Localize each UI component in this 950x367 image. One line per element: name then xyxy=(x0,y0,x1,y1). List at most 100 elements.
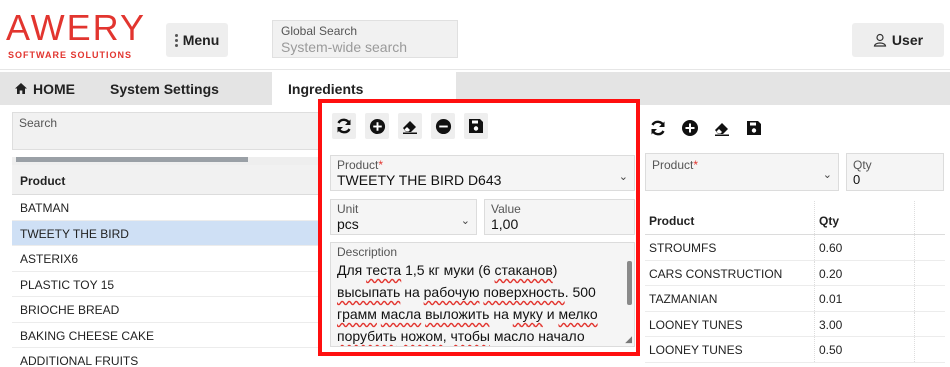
plus-circle-icon xyxy=(682,120,698,136)
global-search-field[interactable]: Global Search System-wide search xyxy=(272,20,458,58)
misspelled-word: теста xyxy=(366,262,402,278)
description-label: Description xyxy=(337,245,398,259)
component-qty-field[interactable]: Qty 0 xyxy=(846,153,944,191)
column-header-product[interactable]: Product xyxy=(645,201,815,234)
chevron-down-icon: ⌄ xyxy=(822,169,832,181)
cell-qty: 3.00 xyxy=(815,311,915,336)
unit-select-value: pcs xyxy=(337,216,359,232)
table-row[interactable]: STROUMFS 0.60 xyxy=(645,235,945,261)
unit-select[interactable]: Unit pcs ⌄ xyxy=(330,199,477,235)
value-field-label: Value xyxy=(491,202,521,216)
product-select-value: TWEETY THE BIRD D643 xyxy=(337,172,502,188)
cell-product: TAZMANIAN xyxy=(645,286,815,311)
product-list-item[interactable]: BAKING CHEESE CAKE xyxy=(12,323,322,348)
product-column-header[interactable]: Product xyxy=(12,165,322,195)
column-header-qty[interactable]: Qty xyxy=(815,201,915,234)
misspelled-word: грамм xyxy=(337,306,377,322)
misspelled-word: масла xyxy=(380,306,422,322)
chevron-down-icon: ⌄ xyxy=(618,171,628,183)
misspelled-word: рабочую xyxy=(423,284,480,300)
global-search-label: Global Search xyxy=(281,24,358,38)
misspelled-word: высыпать xyxy=(337,284,401,300)
product-select[interactable]: Product* TWEETY THE BIRD D643 ⌄ xyxy=(330,155,635,191)
misspelled-word: стаканов xyxy=(494,262,553,278)
form-clear-button[interactable] xyxy=(398,113,422,139)
product-select-label-row: Product* xyxy=(337,158,628,172)
description-text[interactable]: Для теста 1,5 кг муки (6 стаканов) высып… xyxy=(337,259,619,346)
add-button[interactable] xyxy=(680,117,700,139)
awery-logo[interactable]: AWERY SOFTWARE SOLUTIONS xyxy=(6,10,156,62)
value-field[interactable]: Value 1,00 xyxy=(484,199,635,235)
logo-tagline: SOFTWARE SOLUTIONS xyxy=(8,50,133,60)
form-save-button[interactable] xyxy=(464,113,488,139)
value-field-value: 1,00 xyxy=(491,216,519,232)
description-fragment: , xyxy=(442,328,451,344)
description-fragment: 1,5 кг муки (6 xyxy=(401,262,495,278)
refresh-icon xyxy=(337,118,351,134)
product-list-item[interactable]: BRIOCHE BREAD xyxy=(12,297,322,323)
form-toolbar xyxy=(332,113,488,139)
cell-product: LOONEY TUNES xyxy=(645,337,815,362)
required-marker: * xyxy=(693,158,699,172)
misspelled-word: выложить xyxy=(425,306,490,322)
table-row[interactable]: LOONEY TUNES 3.00 xyxy=(645,311,945,337)
table-row[interactable]: TAZMANIAN 0.01 xyxy=(645,286,945,312)
chevron-down-icon: ⌄ xyxy=(460,215,470,227)
component-qty-value: 0 xyxy=(853,172,861,187)
cell-qty: 0.60 xyxy=(815,235,915,260)
minus-circle-icon xyxy=(435,118,451,134)
form-add-button[interactable] xyxy=(365,113,389,139)
product-list-item[interactable]: TWEETY THE BIRD xyxy=(12,220,322,246)
refresh-icon xyxy=(651,120,665,136)
top-bar: AWERY SOFTWARE SOLUTIONS Menu Global Sea… xyxy=(0,0,950,70)
plus-circle-icon xyxy=(369,118,385,134)
user-button[interactable]: User xyxy=(852,23,944,57)
unit-select-label: Unit xyxy=(337,202,359,216)
ingredient-form-highlighted: Product* TWEETY THE BIRD D643 ⌄ Unit pcs… xyxy=(318,99,640,356)
product-list-item[interactable]: PLASTIC TOY 15 xyxy=(12,272,322,297)
description-scrollbar[interactable] xyxy=(627,261,632,305)
save-button[interactable] xyxy=(744,117,764,139)
description-fragment: . 500 xyxy=(564,284,596,300)
menu-label: Menu xyxy=(182,32,220,48)
misspelled-word: мелко xyxy=(558,306,598,322)
product-list-item[interactable]: ADDITIONAL FRUITS xyxy=(12,348,322,367)
misspelled-word: муку xyxy=(512,306,543,322)
components-table-header: Product Qty xyxy=(645,201,945,235)
cell-qty: 0.50 xyxy=(815,337,915,362)
user-icon xyxy=(873,33,887,47)
components-toolbar xyxy=(648,117,764,139)
component-product-label: Product xyxy=(652,158,694,172)
description-fragment: и xyxy=(542,306,559,322)
description-fragment: на xyxy=(489,306,513,322)
menu-button[interactable]: Menu xyxy=(166,23,228,57)
resize-handle-icon[interactable]: ◢ xyxy=(625,334,632,345)
search-input[interactable]: Search xyxy=(12,112,332,150)
tab-system-settings[interactable]: System Settings xyxy=(110,72,219,105)
table-row[interactable]: LOONEY TUNES 0.50 xyxy=(645,337,945,363)
refresh-button[interactable] xyxy=(648,117,668,139)
misspelled-word: поверхность xyxy=(483,284,565,300)
components-table: Product Qty STROUMFS 0.60 CARS CONSTRUCTIO… xyxy=(645,201,945,363)
product-list-item[interactable]: BATMAN xyxy=(12,195,322,221)
clear-button[interactable] xyxy=(712,117,732,139)
cell-product: LOONEY TUNES xyxy=(645,311,815,336)
horizontal-scrollbar[interactable] xyxy=(12,157,322,165)
description-fragment: ) xyxy=(552,262,558,278)
table-row[interactable]: CARS CONSTRUCTION 0.20 xyxy=(645,260,945,286)
cell-qty: 0.20 xyxy=(815,260,915,285)
user-label: User xyxy=(891,32,924,48)
tab-home[interactable]: HOME xyxy=(14,72,75,105)
floppy-disk-icon xyxy=(747,121,761,135)
product-select-label: Product xyxy=(337,158,379,172)
description-textarea[interactable]: Description Для теста 1,5 кг муки (6 ста… xyxy=(330,242,635,347)
global-search-placeholder[interactable]: System-wide search xyxy=(281,38,449,56)
eraser-icon xyxy=(403,121,417,134)
scrollbar-thumb[interactable] xyxy=(16,157,248,162)
floppy-disk-icon xyxy=(469,119,483,133)
form-refresh-button[interactable] xyxy=(332,113,356,139)
component-product-select[interactable]: Product* ⌄ xyxy=(645,153,839,191)
form-remove-button[interactable] xyxy=(431,113,455,139)
eraser-icon xyxy=(715,123,729,136)
product-list-item[interactable]: ASTERIX6 xyxy=(12,246,322,272)
